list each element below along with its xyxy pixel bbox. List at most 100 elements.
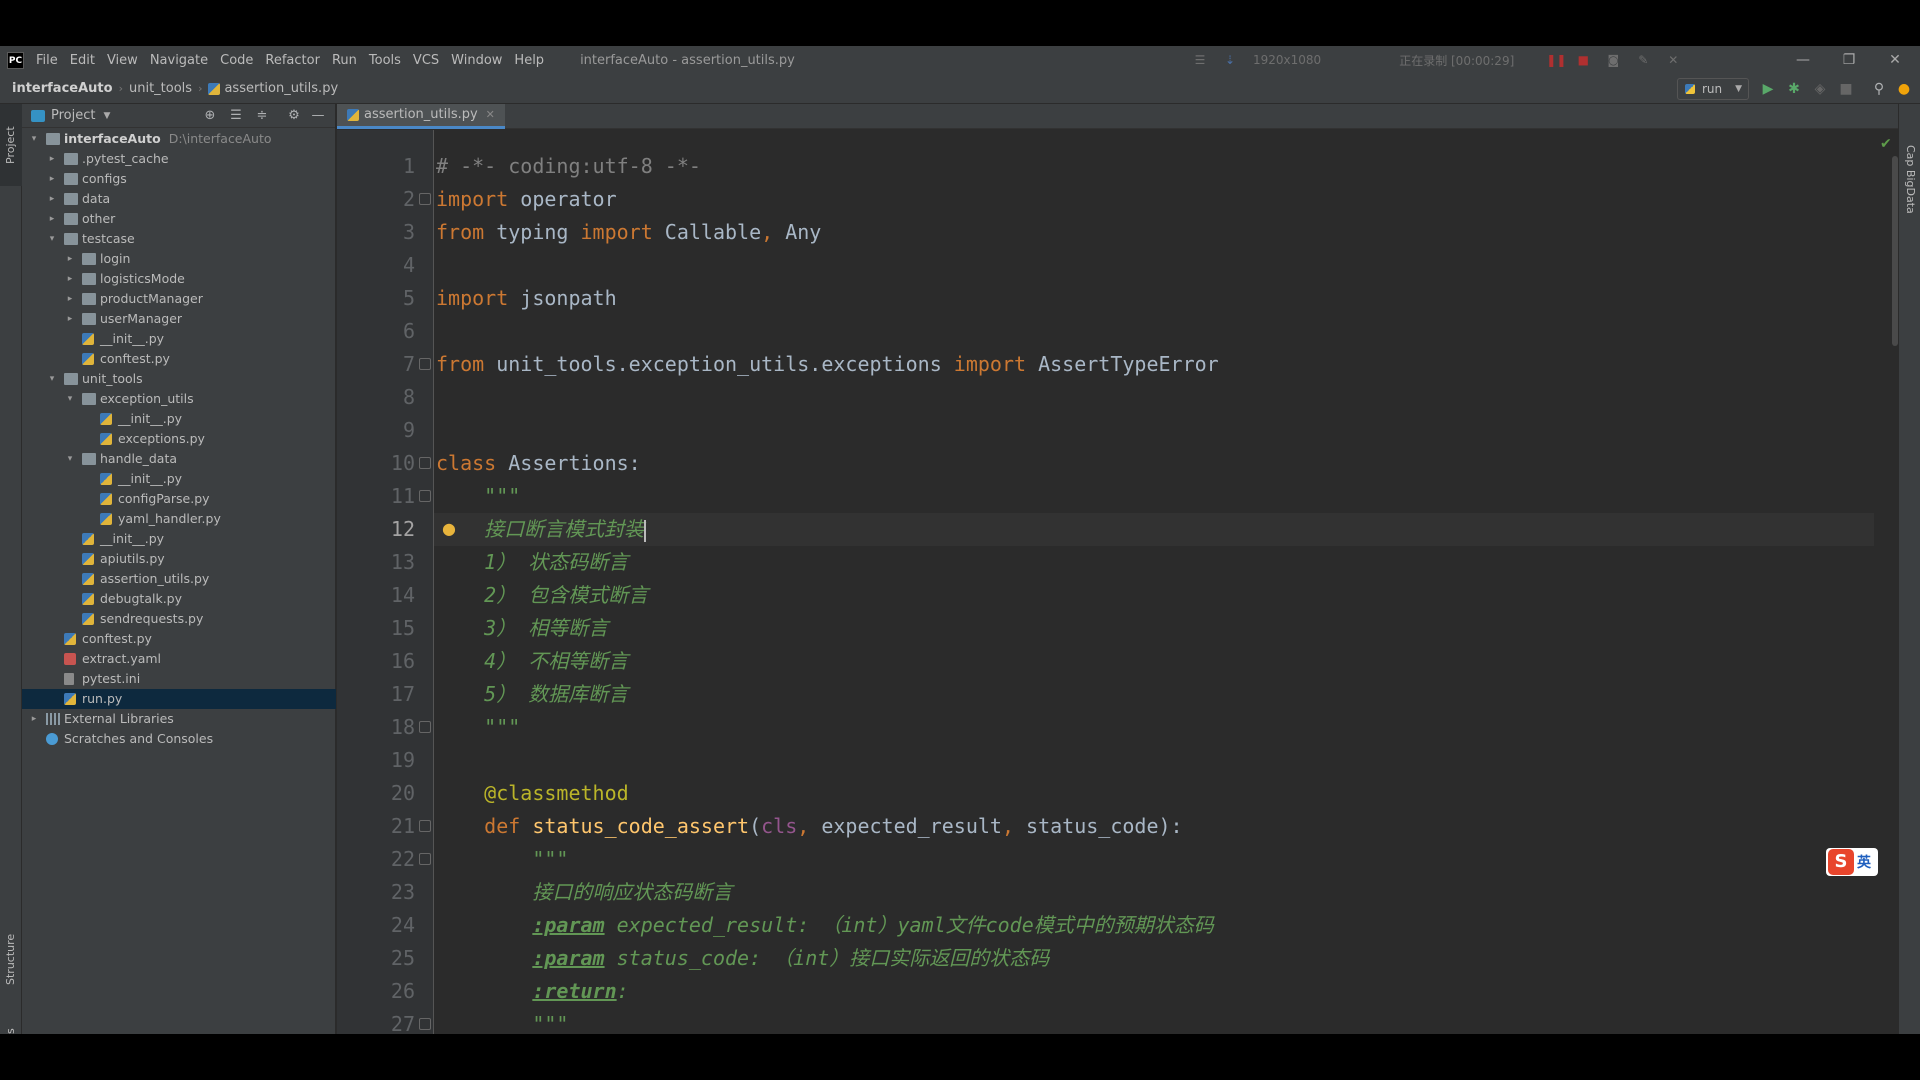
chevron-right-icon[interactable]: ▸ — [46, 149, 58, 169]
run-icon[interactable]: ▶ — [1757, 78, 1779, 100]
ime-indicator[interactable]: S 英 — [1826, 848, 1878, 876]
locate-file-icon[interactable]: ⊕ — [200, 106, 220, 126]
tab-assertion-utils[interactable]: assertion_utils.py ✕ — [337, 104, 505, 129]
tree-item[interactable]: run.py — [22, 689, 336, 709]
tree-item[interactable]: ▾ interfaceAuto D:\interfaceAuto — [22, 129, 336, 149]
close-window-icon[interactable]: ✕ — [1872, 46, 1918, 74]
tree-item[interactable]: configParse.py — [22, 489, 336, 509]
tree-item[interactable]: ▸ External Libraries — [22, 709, 336, 729]
restore-icon[interactable]: ❐ — [1826, 46, 1872, 74]
tree-item[interactable]: exceptions.py — [22, 429, 336, 449]
fold-marker-icon[interactable] — [419, 193, 431, 205]
tree-item[interactable]: debugtalk.py — [22, 589, 336, 609]
inspection-ok-icon[interactable]: ✔ — [1880, 136, 1892, 152]
fold-marker-icon[interactable] — [419, 721, 431, 733]
expand-all-icon[interactable]: ☰ — [226, 106, 246, 126]
menu-tools[interactable]: Tools — [363, 53, 407, 68]
recorder-stop-icon[interactable]: ■ — [1576, 53, 1590, 67]
fold-marker-icon[interactable] — [419, 1018, 431, 1030]
chevron-down-icon[interactable]: ▾ — [64, 449, 76, 469]
code-editor[interactable]: # -*- coding:utf-8 -*- import operator fro… — [434, 130, 1874, 1034]
tree-item[interactable]: conftest.py — [22, 629, 336, 649]
recorder-close-icon[interactable]: ✕ — [1666, 53, 1680, 67]
tree-item[interactable]: conftest.py — [22, 349, 336, 369]
menu-navigate[interactable]: Navigate — [144, 53, 214, 68]
breadcrumb-project[interactable]: interfaceAuto — [0, 81, 113, 96]
run-configuration-select[interactable]: run ▼ — [1677, 78, 1749, 100]
chevron-down-icon[interactable]: ▾ — [64, 389, 76, 409]
menu-refactor[interactable]: Refactor — [259, 53, 326, 68]
recorder-camera-icon[interactable]: ◙ — [1606, 53, 1620, 67]
tree-item[interactable]: ▾ testcase — [22, 229, 336, 249]
structure-tool-tab[interactable]: Structure — [0, 924, 22, 994]
fold-marker-icon[interactable] — [419, 853, 431, 865]
recorder-pin-icon[interactable]: ⇣ — [1223, 53, 1237, 67]
tree-item[interactable]: ▸ .pytest_cache — [22, 149, 336, 169]
tree-item[interactable]: ▾ unit_tools — [22, 369, 336, 389]
update-icon[interactable]: ● — [1893, 78, 1915, 100]
menu-code[interactable]: Code — [214, 53, 259, 68]
tree-item[interactable]: ▸ configs — [22, 169, 336, 189]
chevron-right-icon[interactable]: ▸ — [46, 209, 58, 229]
debug-icon[interactable]: ✱ — [1783, 78, 1805, 100]
menu-edit[interactable]: Edit — [64, 53, 101, 68]
lightbulb-icon[interactable]: ● — [442, 519, 456, 538]
project-tool-tab[interactable]: Project — [0, 104, 22, 186]
project-panel-title[interactable]: Project — [51, 108, 95, 123]
fold-marker-icon[interactable] — [419, 820, 431, 832]
menu-run[interactable]: Run — [326, 53, 363, 68]
recorder-pause-icon[interactable]: ❚❚ — [1546, 53, 1566, 67]
hide-panel-icon[interactable]: — — [308, 106, 328, 126]
fold-marker-icon[interactable] — [419, 490, 431, 502]
breadcrumb-file[interactable]: assertion_utils.py — [220, 81, 338, 96]
chevron-right-icon[interactable]: ▸ — [46, 169, 58, 189]
menu-window[interactable]: Window — [445, 53, 508, 68]
minimize-icon[interactable]: — — [1780, 46, 1826, 74]
chevron-right-icon[interactable]: ▸ — [64, 289, 76, 309]
tree-item[interactable]: ▾ handle_data — [22, 449, 336, 469]
chevron-down-icon[interactable]: ▾ — [46, 369, 58, 389]
tree-item[interactable]: ▸ other — [22, 209, 336, 229]
tree-item[interactable]: pytest.ini — [22, 669, 336, 689]
fold-marker-icon[interactable] — [419, 358, 431, 370]
chevron-right-icon[interactable]: ▸ — [64, 249, 76, 269]
breadcrumb-folder[interactable]: unit_tools — [123, 81, 192, 96]
tree-item[interactable]: apiutils.py — [22, 549, 336, 569]
chevron-right-icon[interactable]: ▸ — [64, 269, 76, 289]
tree-item[interactable]: assertion_utils.py — [22, 569, 336, 589]
chevron-down-icon[interactable]: ▾ — [46, 229, 58, 249]
recorder-menu-icon[interactable]: ☰ — [1193, 53, 1207, 67]
tree-item[interactable]: sendrequests.py — [22, 609, 336, 629]
tree-item[interactable]: ▸ logisticsMode — [22, 269, 336, 289]
tree-item[interactable]: __init__.py — [22, 409, 336, 429]
tree-item[interactable]: ▸ productManager — [22, 289, 336, 309]
menu-file[interactable]: File — [30, 53, 64, 68]
tree-item[interactable]: yaml_handler.py — [22, 509, 336, 529]
coverage-icon[interactable]: ◈ — [1809, 78, 1831, 100]
tree-item[interactable]: Scratches and Consoles — [22, 729, 336, 749]
collapse-all-icon[interactable]: ≑ — [252, 106, 272, 126]
fold-marker-icon[interactable] — [419, 457, 431, 469]
chevron-right-icon[interactable]: ▸ — [46, 189, 58, 209]
stop-icon[interactable]: ■ — [1835, 78, 1857, 100]
gear-icon[interactable]: ⚙ — [284, 106, 304, 126]
tree-item[interactable]: __init__.py — [22, 529, 336, 549]
chevron-right-icon[interactable]: ▸ — [64, 309, 76, 329]
chevron-down-icon[interactable]: ▼ — [103, 111, 110, 121]
chevron-right-icon[interactable]: ▸ — [28, 709, 40, 729]
chevron-down-icon[interactable]: ▾ — [28, 129, 40, 149]
bigdata-tool-tab[interactable]: Cap BigData — [1899, 124, 1920, 234]
menu-vcs[interactable]: VCS — [407, 53, 445, 68]
tree-item[interactable]: ▾ exception_utils — [22, 389, 336, 409]
menu-view[interactable]: View — [101, 53, 144, 68]
search-icon[interactable]: ⚲ — [1868, 78, 1890, 100]
recorder-pen-icon[interactable]: ✎ — [1636, 53, 1650, 67]
tree-item[interactable]: __init__.py — [22, 329, 336, 349]
menu-help[interactable]: Help — [508, 53, 550, 68]
close-tab-icon[interactable]: ✕ — [486, 104, 495, 126]
tree-item[interactable]: ▸ login — [22, 249, 336, 269]
tree-item[interactable]: extract.yaml — [22, 649, 336, 669]
tree-item[interactable]: __init__.py — [22, 469, 336, 489]
favorites-tool-tab[interactable]: Favorites — [0, 1018, 22, 1034]
tree-item[interactable]: ▸ data — [22, 189, 336, 209]
